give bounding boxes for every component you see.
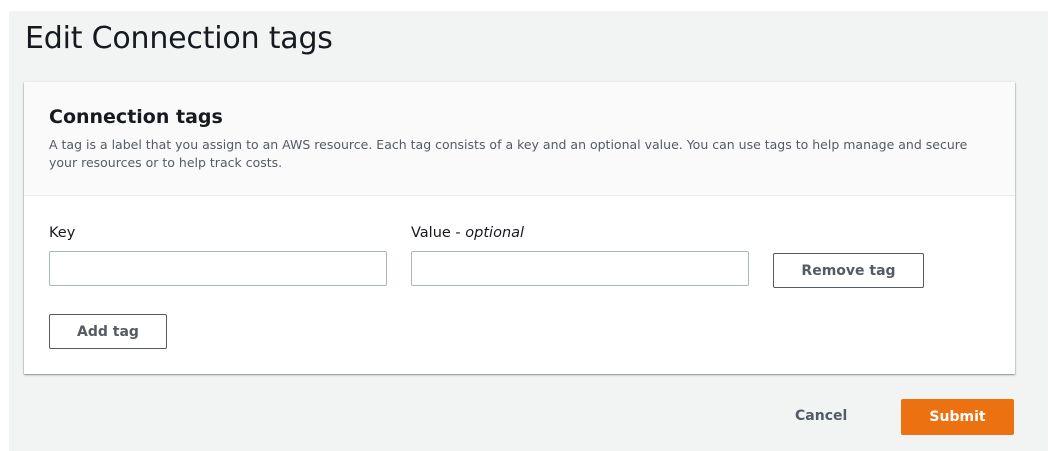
key-label: Key [49, 225, 75, 241]
cancel-button[interactable]: Cancel [795, 408, 847, 424]
tag-key-input[interactable] [49, 251, 387, 286]
panel-description: A tag is a label that you assign to an A… [49, 137, 968, 170]
page-container: Edit Connection tags Connection tags A t… [9, 11, 1048, 451]
remove-tag-button[interactable]: Remove tag [773, 253, 924, 288]
value-label-text: Value - [411, 225, 466, 241]
page-title: Edit Connection tags [25, 21, 333, 56]
submit-button[interactable]: Submit [901, 399, 1014, 435]
connection-tags-panel: Connection tags A tag is a label that yo… [24, 82, 1015, 374]
panel-title: Connection tags [49, 106, 223, 128]
key-label-text: Key [49, 225, 76, 241]
value-label-optional: optional [465, 225, 525, 241]
tag-value-input[interactable] [411, 251, 749, 286]
add-tag-button[interactable]: Add tag [49, 314, 167, 349]
panel-header: Connection tags A tag is a label that yo… [24, 82, 1015, 196]
value-label: Value - optional [411, 225, 524, 241]
